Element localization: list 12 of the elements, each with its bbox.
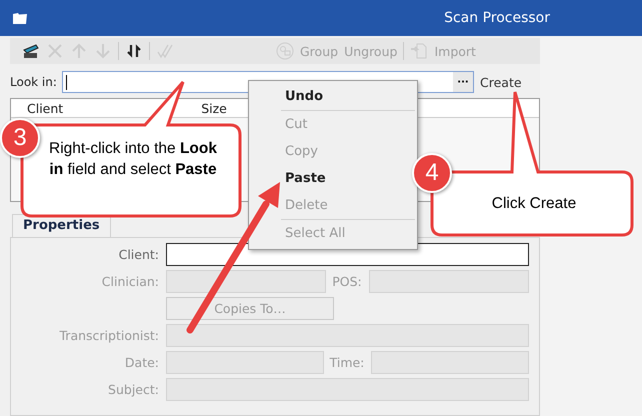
window-title: Scan Processor [444, 10, 550, 26]
field-label: POS: [331, 274, 363, 289]
callout-text: Click Create [490, 194, 578, 214]
field-label: Clinician: [100, 274, 160, 289]
callout-text: Right-click into the Look in field and select Paste [48, 139, 218, 180]
step-number-badge: 3 [0, 118, 40, 158]
look-in-label: Look in: [10, 75, 58, 89]
field-label: Subject: [107, 382, 160, 397]
field-label: Date: [124, 355, 160, 370]
field-label: Transcriptionist: [58, 328, 160, 343]
field-label: Client: [118, 247, 160, 262]
field-label: Time: [328, 355, 366, 370]
